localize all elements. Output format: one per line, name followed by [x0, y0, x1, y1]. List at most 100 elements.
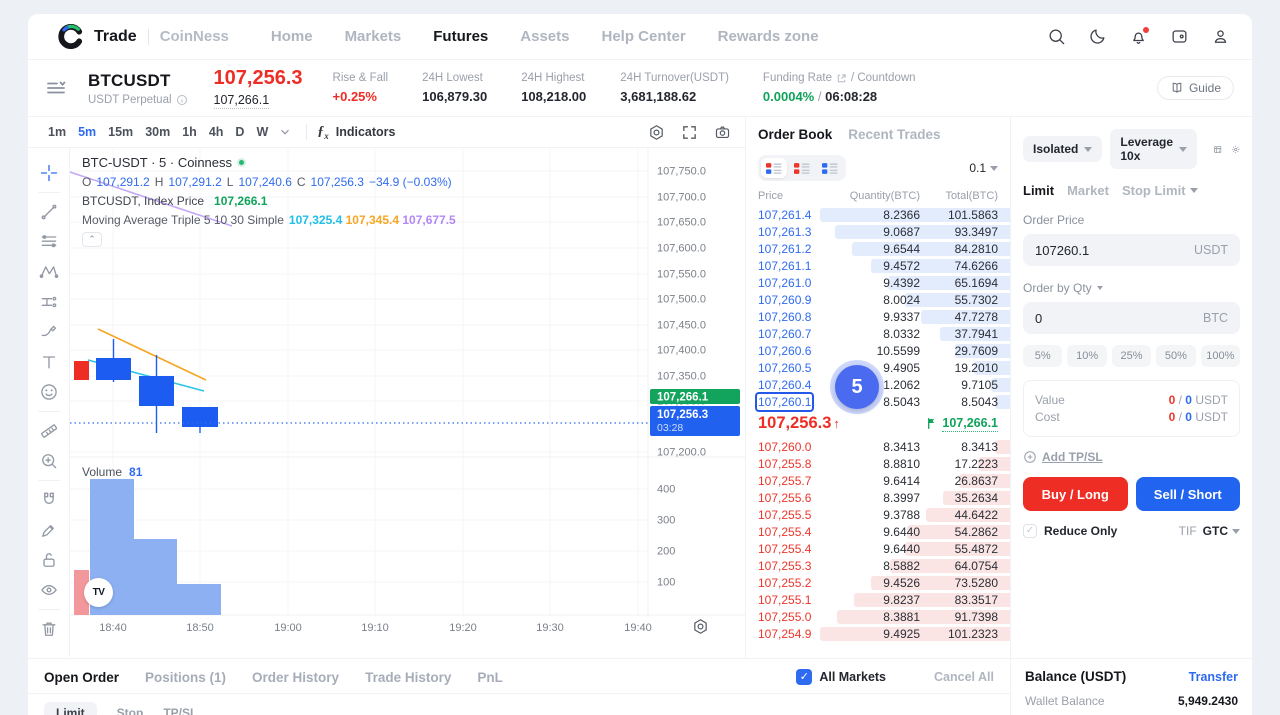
tif-dropdown[interactable]: GTC	[1203, 524, 1240, 538]
percent-25[interactable]: 25%	[1112, 345, 1151, 367]
quantity-input[interactable]: 0 BTC	[1023, 302, 1240, 334]
order-price-input[interactable]: 107260.1 USDT	[1023, 234, 1240, 266]
brush-icon[interactable]	[39, 322, 59, 342]
unlock-icon[interactable]	[39, 550, 59, 570]
fib-lines-icon[interactable]	[39, 232, 59, 252]
ask-price[interactable]: 107,260.4	[758, 378, 836, 392]
ask-price[interactable]: 107,260.5	[758, 361, 836, 375]
timeframe-1m[interactable]: 1m	[42, 123, 72, 141]
nav-item-help-center[interactable]: Help Center	[601, 28, 685, 45]
fullscreen-icon[interactable]	[681, 124, 698, 141]
tab-trade-history[interactable]: Trade History	[365, 670, 451, 685]
bid-price[interactable]: 107,255.1	[758, 593, 836, 607]
axis-settings-icon[interactable]	[692, 618, 709, 635]
tab-open-order[interactable]: Open Order	[44, 670, 119, 685]
ruler-icon[interactable]	[39, 421, 59, 441]
orderbook-row[interactable]: 107,255.38.588264.0754	[746, 557, 1010, 574]
ask-price[interactable]: 107,261.4	[758, 208, 836, 222]
magnet-icon[interactable]	[39, 490, 59, 510]
coinness-logo-icon[interactable]	[58, 23, 85, 50]
bid-price[interactable]: 107,255.3	[758, 559, 836, 573]
orderbook-row[interactable]: 107,255.59.378844.6422	[746, 506, 1010, 523]
ob-mode-bids-icon[interactable]	[817, 158, 843, 178]
calculator-icon[interactable]	[1213, 141, 1222, 158]
external-link-icon[interactable]	[836, 73, 847, 84]
bid-price[interactable]: 107,255.6	[758, 491, 836, 505]
emoji-icon[interactable]	[39, 382, 59, 402]
index-price[interactable]: 107,266.1	[214, 93, 270, 109]
ob-mode-asks-icon[interactable]	[789, 158, 815, 178]
orderbook-row[interactable]: 107,260.08.34138.3413	[746, 438, 1010, 455]
ask-price[interactable]: 107,261.2	[758, 242, 836, 256]
tradingview-logo[interactable]: TV	[84, 578, 113, 607]
symbol-name[interactable]: BTCUSDT	[88, 71, 188, 91]
position-tool-icon[interactable]	[39, 292, 59, 312]
tab-order-history[interactable]: Order History	[252, 670, 339, 685]
ask-price[interactable]: 107,261.3	[758, 225, 836, 239]
bid-price[interactable]: 107,255.4	[758, 542, 836, 556]
nav-item-futures[interactable]: Futures	[433, 28, 488, 45]
orderbook-row[interactable]: 107,255.88.881017.2223	[746, 455, 1010, 472]
orderbook-row[interactable]: 107,260.18.50438.5043	[746, 393, 1010, 410]
ask-price[interactable]: 107,260.1	[758, 395, 836, 409]
bid-price[interactable]: 107,255.5	[758, 508, 836, 522]
sell-short-button[interactable]: Sell / Short	[1136, 477, 1241, 511]
percent-50[interactable]: 50%	[1156, 345, 1195, 367]
subtab-limit[interactable]: Limit	[44, 702, 97, 715]
timeframe-15m[interactable]: 15m	[102, 123, 139, 141]
crosshair-icon[interactable]	[39, 163, 59, 183]
transfer-link[interactable]: Transfer	[1189, 670, 1238, 684]
tab-recent-trades[interactable]: Recent Trades	[848, 127, 940, 142]
lock-drawings-icon[interactable]	[39, 520, 59, 540]
percent-10[interactable]: 10%	[1067, 345, 1106, 367]
nav-item-home[interactable]: Home	[271, 28, 313, 45]
guide-button[interactable]: Guide	[1157, 76, 1234, 100]
bid-price[interactable]: 107,255.7	[758, 474, 836, 488]
brand-name[interactable]: CoinNess	[160, 28, 229, 45]
trash-icon[interactable]	[39, 619, 59, 639]
ask-price[interactable]: 107,260.6	[758, 344, 836, 358]
bid-price[interactable]: 107,255.0	[758, 610, 836, 624]
all-markets-checkbox[interactable]: ✓All Markets	[796, 669, 886, 685]
orderbook-row[interactable]: 107,260.610.559929.7609	[746, 342, 1010, 359]
xabcd-pattern-icon[interactable]	[39, 262, 59, 282]
leverage-dropdown[interactable]: Leverage 10x	[1110, 129, 1197, 169]
chart-symbol-label[interactable]: BTC-USDT · 5 · Coinness	[82, 155, 232, 170]
bid-price[interactable]: 107,260.0	[758, 440, 836, 454]
order-type-market[interactable]: Market	[1067, 183, 1109, 198]
nav-item-rewards-zone[interactable]: Rewards zone	[718, 28, 819, 45]
funding-label[interactable]: Funding Rate	[763, 72, 832, 84]
last-price-row[interactable]: 107,256.3 ↑ 107,266.1	[746, 410, 1010, 438]
orderbook-row[interactable]: 107,261.29.654484.2810	[746, 240, 1010, 257]
bid-price[interactable]: 107,254.9	[758, 627, 836, 641]
zoom-in-icon[interactable]	[39, 451, 59, 471]
app-title[interactable]: Trade	[94, 28, 137, 46]
bell-icon[interactable]	[1129, 27, 1148, 46]
moon-icon[interactable]	[1088, 27, 1107, 46]
ask-price[interactable]: 107,260.7	[758, 327, 836, 341]
timeframe-5m[interactable]: 5m	[72, 123, 102, 141]
orderbook-row[interactable]: 107,255.08.388191.7398	[746, 608, 1010, 625]
ask-price[interactable]: 107,260.9	[758, 293, 836, 307]
trendline-icon[interactable]	[39, 202, 59, 222]
percent-100[interactable]: 100%	[1201, 345, 1240, 367]
orderbook-row[interactable]: 107,255.49.644054.2862	[746, 523, 1010, 540]
user-icon[interactable]	[1211, 27, 1230, 46]
add-tpsl-link[interactable]: Add TP/SL	[1023, 450, 1240, 464]
indicators-button[interactable]: ƒx Indicators	[317, 124, 395, 141]
qty-mode-dropdown[interactable]: Order by Qty	[1023, 281, 1240, 295]
tab-order-book[interactable]: Order Book	[758, 127, 832, 142]
orderbook-row[interactable]: 107,255.29.452673.5280	[746, 574, 1010, 591]
timeframe-D[interactable]: D	[229, 123, 250, 141]
orderbook-row[interactable]: 107,255.79.641426.8637	[746, 472, 1010, 489]
settings-gear-icon[interactable]	[1231, 141, 1240, 158]
orderbook-row[interactable]: 107,255.19.823783.3517	[746, 591, 1010, 608]
orderbook-row[interactable]: 107,255.68.399735.2634	[746, 489, 1010, 506]
percent-5[interactable]: 5%	[1023, 345, 1062, 367]
tab-positions-1-[interactable]: Positions (1)	[145, 670, 226, 685]
reduce-only-checkbox[interactable]: ✓	[1023, 524, 1037, 538]
legend-collapse-button[interactable]: ⌃	[82, 232, 102, 247]
bid-price[interactable]: 107,255.4	[758, 525, 836, 539]
chart-area[interactable]: 107,750.0107,700.0107,650.0107,600.0107,…	[70, 148, 745, 657]
orderbook-row[interactable]: 107,261.39.068793.3497	[746, 223, 1010, 240]
